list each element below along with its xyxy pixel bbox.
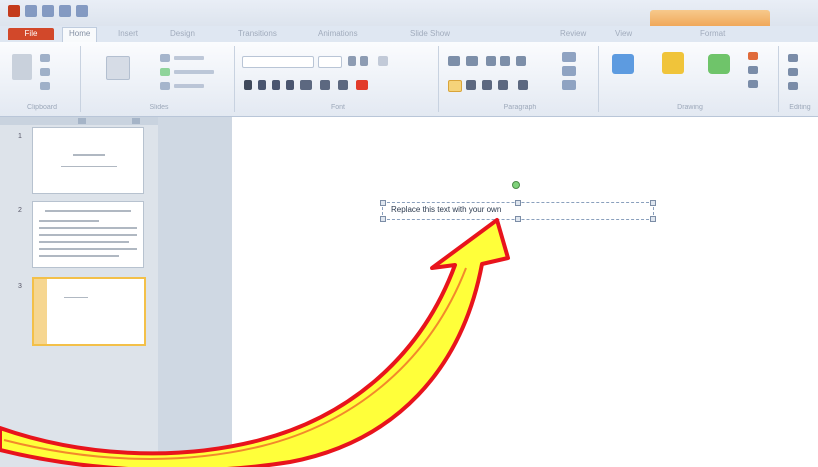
- annotation-arrow-icon: [0, 218, 510, 467]
